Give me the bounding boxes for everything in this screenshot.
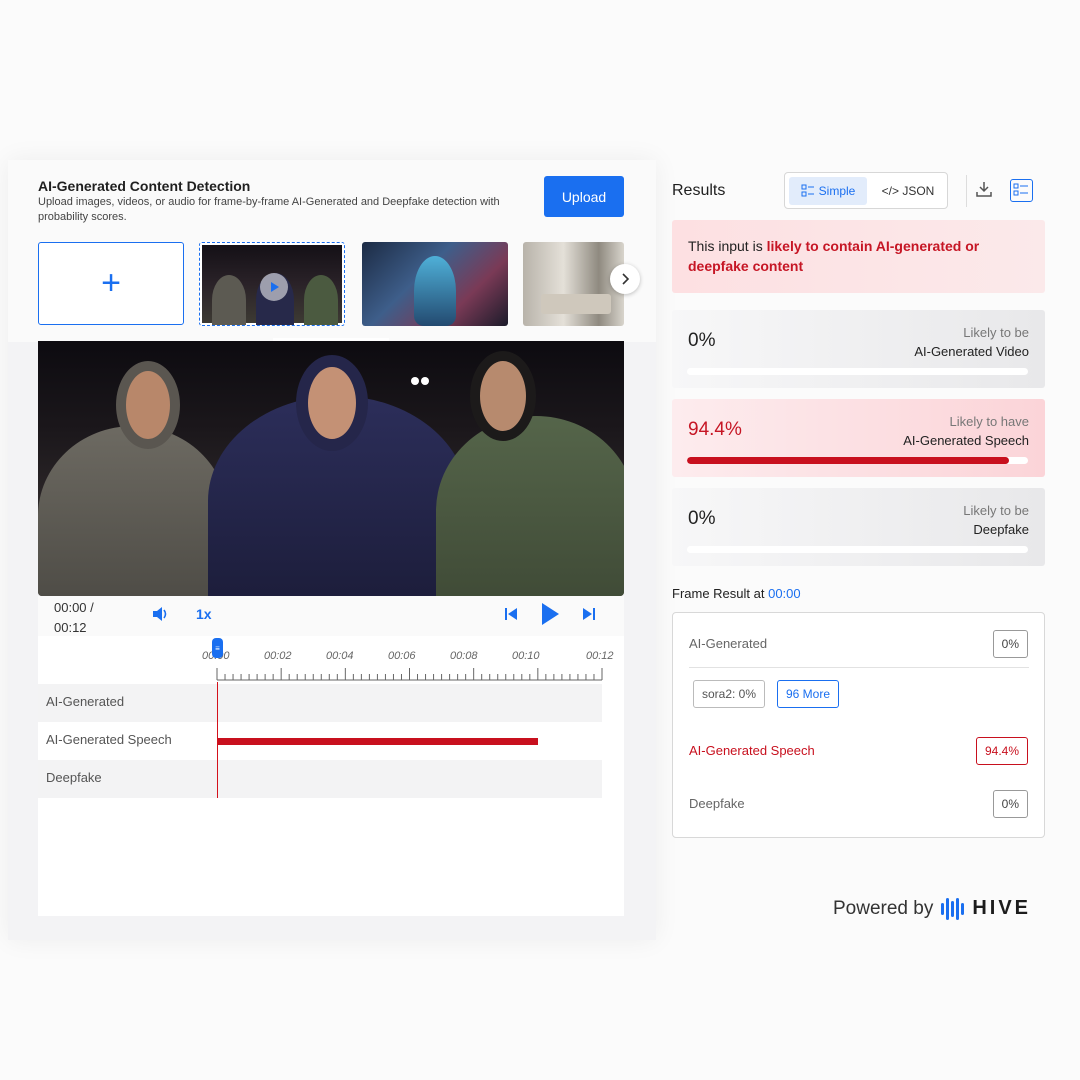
progress-bar	[687, 457, 1028, 464]
result-card-deepfake: 0% Likely to be Deepfake	[672, 488, 1045, 566]
media-thumbnail[interactable]	[523, 242, 624, 326]
details-view-icon[interactable]	[1010, 179, 1033, 202]
speech-detection-segment[interactable]	[217, 738, 538, 745]
more-models-button[interactable]: 96 More	[777, 680, 840, 708]
app-root: AI-Generated Content Detection Upload im…	[0, 0, 1080, 1080]
result-card-video: 0% Likely to be AI-Generated Video	[672, 310, 1045, 388]
player-controls: 00:00 / 00:12 1x	[38, 596, 624, 636]
toggle-json[interactable]: </> JSON	[871, 177, 945, 205]
page-title: AI-Generated Content Detection	[38, 178, 251, 194]
frame-row-label: AI-Generated	[689, 636, 768, 651]
frame-row-label: AI-Generated Speech	[689, 743, 815, 758]
result-label: Likely to be Deepfake	[963, 503, 1029, 537]
frame-row-label: Deepfake	[689, 796, 745, 811]
add-media-button[interactable]: +	[38, 242, 184, 325]
chevron-right-icon[interactable]	[610, 264, 640, 294]
model-chip[interactable]: sora2: 0%	[693, 680, 766, 708]
volume-icon[interactable]	[152, 606, 170, 627]
frame-row-value: 94.4%	[975, 737, 1028, 765]
tick-label: 00:10	[512, 650, 540, 662]
tick-label: 00:04	[326, 650, 354, 662]
playback-speed[interactable]: 1x	[196, 606, 212, 622]
verdict-prefix: This input is	[688, 238, 767, 254]
track-row-ai-generated: AI-Generated	[38, 684, 602, 722]
bokeh-lights	[411, 377, 419, 385]
page-subtitle: Upload images, videos, or audio for fram…	[38, 196, 500, 223]
media-thumbnail[interactable]	[362, 242, 508, 326]
result-percent: 0%	[688, 508, 716, 529]
divider	[966, 175, 967, 207]
results-title: Results	[672, 182, 726, 199]
result-percent: 94.4%	[688, 419, 742, 440]
frame-time: 00:00	[768, 586, 801, 601]
tick-label: 00:08	[450, 650, 478, 662]
list-icon	[801, 184, 814, 197]
detection-panel: AI-Generated Content Detection Upload im…	[8, 160, 656, 940]
divider	[689, 667, 1029, 668]
result-label: Likely to have AI-Generated Speech	[903, 414, 1029, 448]
current-time: 00:00 /	[54, 600, 94, 615]
track-label: Deepfake	[46, 770, 102, 785]
video-player[interactable]	[38, 341, 624, 596]
progress-bar	[687, 546, 1028, 553]
play-icon[interactable]	[260, 273, 288, 301]
tick-labels: 00:00 00:02 00:04 00:06 00:08 00:10 00:1…	[38, 636, 624, 666]
brand-name: HIVE	[972, 897, 1032, 919]
plus-icon: +	[101, 264, 121, 302]
media-thumbnail-selected[interactable]	[199, 242, 345, 326]
tick-label: 00:02	[264, 650, 292, 662]
playhead-handle[interactable]: ≡	[212, 638, 223, 658]
frame-row-value: 0%	[992, 790, 1028, 818]
frame-result-title: Frame Result at 00:00	[672, 586, 801, 601]
result-label: Likely to be AI-Generated Video	[914, 325, 1029, 359]
powered-by: Powered by HIVE	[833, 897, 1031, 920]
powered-by-label: Powered by	[833, 897, 934, 919]
detection-timeline[interactable]: 00:00 00:02 00:04 00:06 00:08 00:10 00:1…	[38, 636, 624, 916]
track-row-deepfake: Deepfake	[38, 760, 602, 798]
toggle-simple[interactable]: Simple	[789, 177, 867, 205]
play-icon[interactable]	[540, 602, 560, 631]
ruler	[216, 668, 603, 681]
verdict-banner: This input is likely to contain AI-gener…	[672, 220, 1045, 293]
frame-row-value: 0%	[992, 630, 1028, 658]
tick-label: 00:12	[586, 650, 614, 662]
track-row-speech: AI-Generated Speech	[38, 722, 602, 760]
toggle-simple-label: Simple	[818, 184, 856, 198]
track-label: AI-Generated Speech	[46, 732, 172, 747]
skip-back-icon[interactable]	[504, 607, 518, 626]
upload-button[interactable]: Upload	[544, 176, 624, 217]
tick-label: 00:06	[388, 650, 416, 662]
upload-header: AI-Generated Content Detection Upload im…	[8, 160, 656, 342]
hive-logo-icon	[941, 897, 965, 920]
view-toggle: Simple </> JSON	[784, 172, 948, 209]
duration: 00:12	[54, 620, 87, 635]
result-percent: 0%	[688, 330, 716, 351]
track-label: AI-Generated	[46, 694, 125, 709]
playhead-line	[217, 682, 218, 798]
time-readout: 00:00 / 00:12	[54, 598, 94, 638]
download-icon[interactable]	[976, 181, 992, 202]
frame-result-panel: AI-Generated 0% sora2: 0% 96 More AI-Gen…	[672, 612, 1045, 838]
skip-forward-icon[interactable]	[582, 607, 596, 626]
progress-bar	[687, 368, 1028, 375]
result-card-speech: 94.4% Likely to have AI-Generated Speech	[672, 399, 1045, 477]
